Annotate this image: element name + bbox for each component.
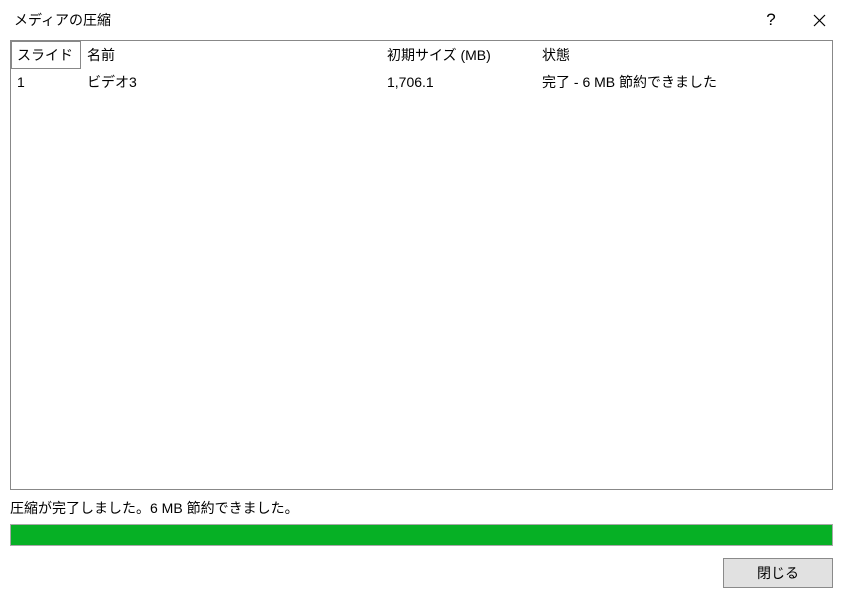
- table-header-row: スライド 名前 初期サイズ (MB) 状態: [11, 41, 832, 69]
- close-dialog-button[interactable]: 閉じる: [723, 558, 833, 588]
- cell-state: 完了 - 6 MB 節約できました: [536, 68, 832, 96]
- col-header-state[interactable]: 状態: [536, 41, 832, 69]
- help-button[interactable]: ?: [747, 0, 795, 40]
- window-title: メディアの圧縮: [14, 10, 747, 30]
- table-row[interactable]: 1 ビデオ3 1,706.1 完了 - 6 MB 節約できました: [11, 69, 832, 95]
- footer-area: 圧縮が完了しました。6 MB 節約できました。 閉じる: [0, 490, 843, 588]
- help-icon: ?: [766, 10, 775, 30]
- col-header-size[interactable]: 初期サイズ (MB): [381, 41, 536, 69]
- col-header-slide[interactable]: スライド: [11, 41, 81, 69]
- cell-slide: 1: [11, 70, 81, 94]
- status-text: 圧縮が完了しました。6 MB 節約できました。: [10, 498, 833, 518]
- button-row: 閉じる: [10, 558, 833, 588]
- close-icon: [813, 14, 826, 27]
- media-table: スライド 名前 初期サイズ (MB) 状態 1 ビデオ3 1,706.1 完了 …: [10, 40, 833, 490]
- titlebar: メディアの圧縮 ?: [0, 0, 843, 40]
- progress-fill: [11, 525, 832, 545]
- cell-size: 1,706.1: [381, 70, 536, 94]
- cell-name: ビデオ3: [81, 68, 381, 96]
- content-area: スライド 名前 初期サイズ (MB) 状態 1 ビデオ3 1,706.1 完了 …: [0, 40, 843, 490]
- close-button[interactable]: [795, 0, 843, 40]
- progress-bar: [10, 524, 833, 546]
- col-header-name[interactable]: 名前: [81, 41, 381, 69]
